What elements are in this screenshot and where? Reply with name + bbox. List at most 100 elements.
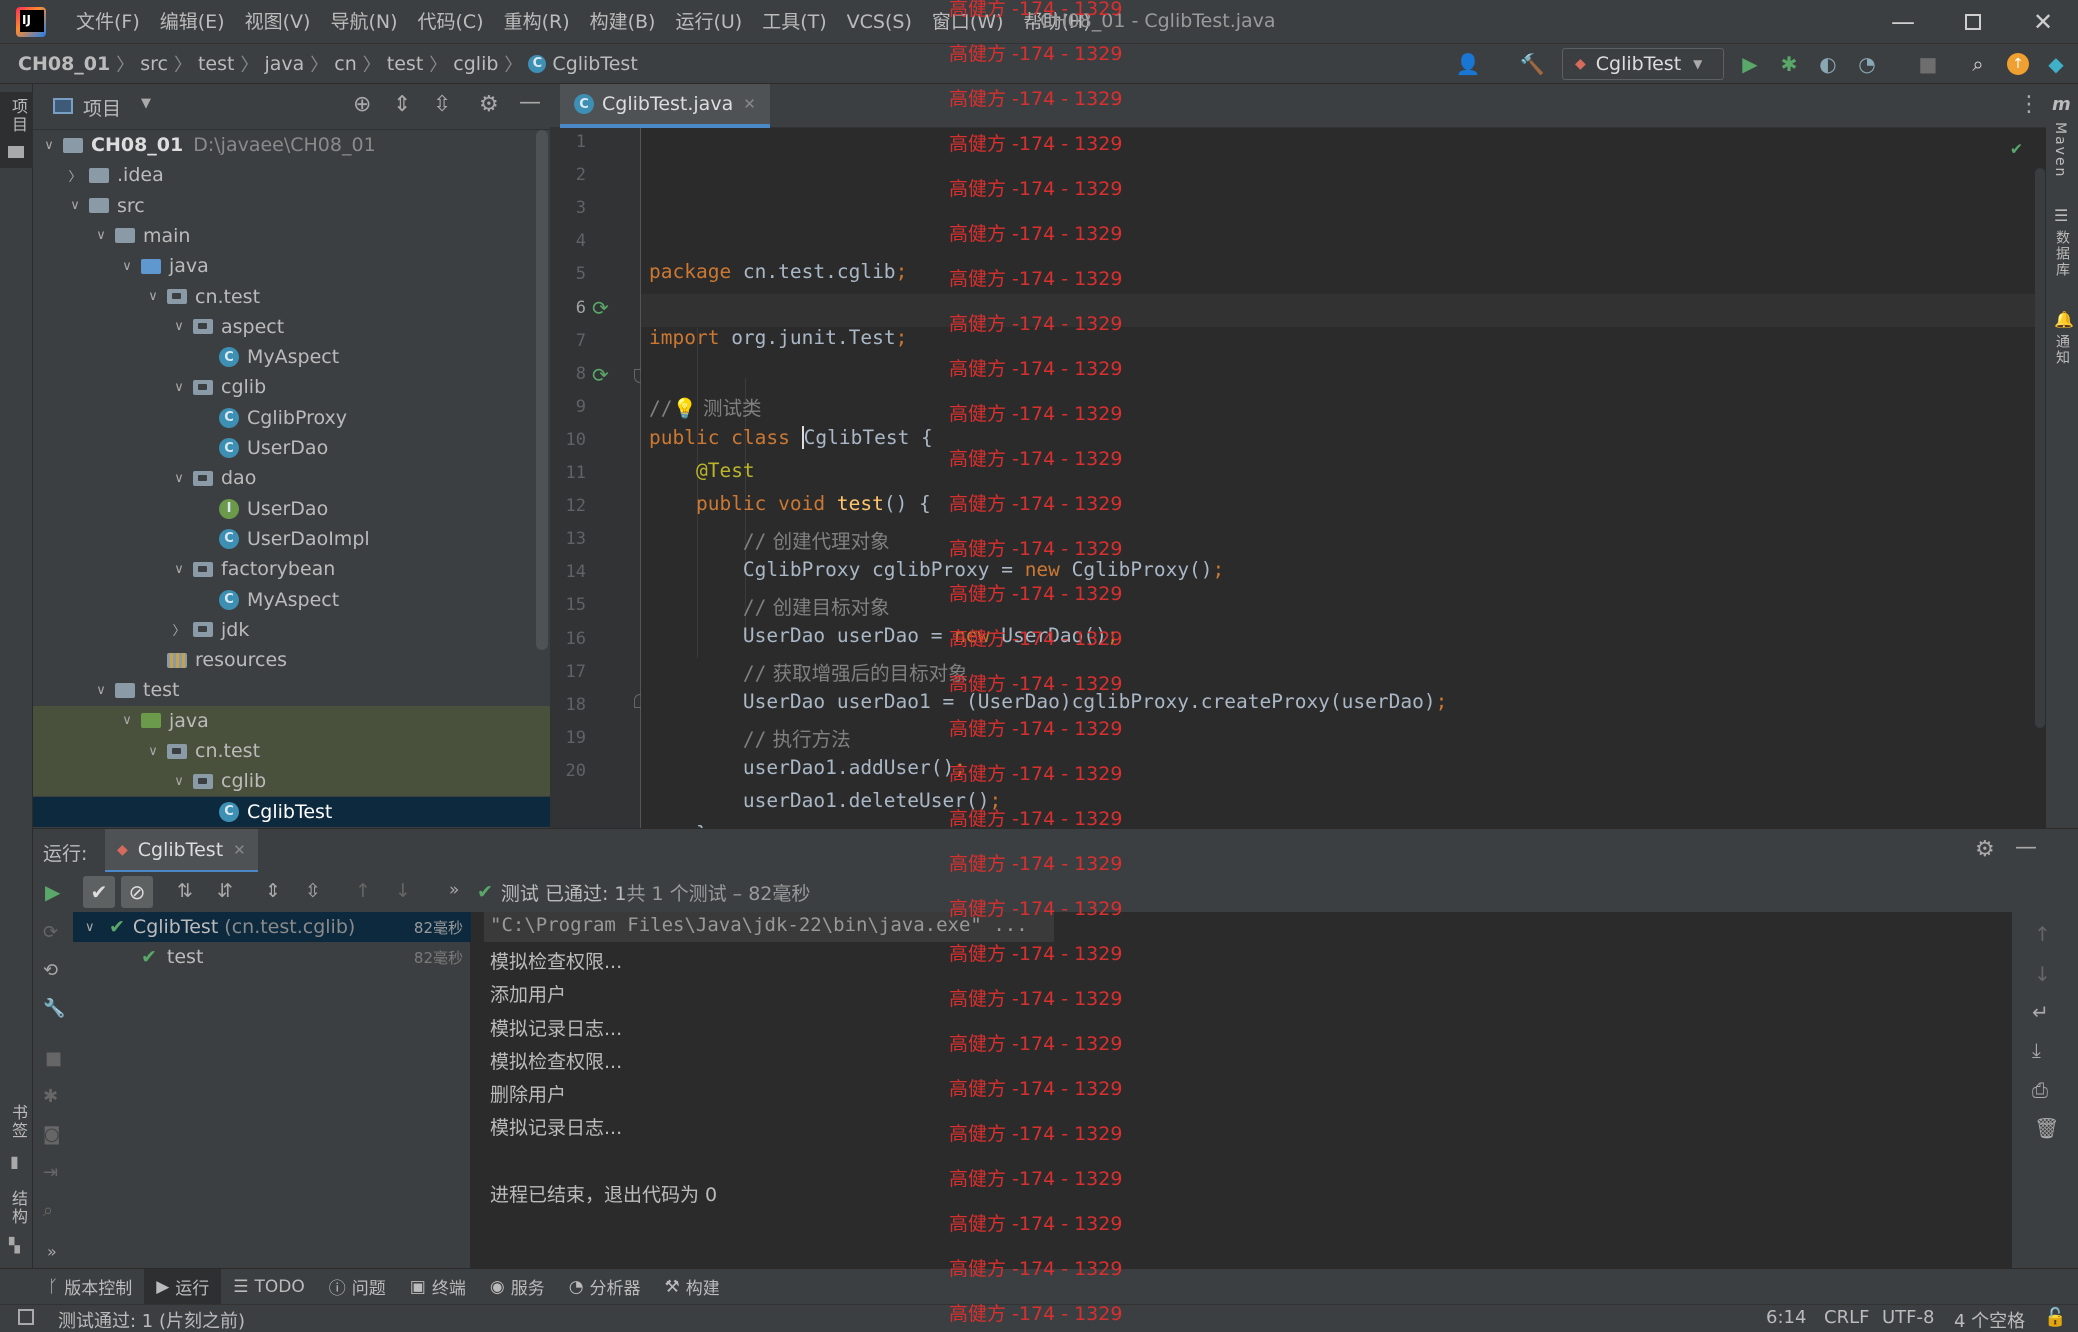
line-separator[interactable]: CRLF bbox=[1824, 1307, 1869, 1328]
breadcrumb-item[interactable]: src bbox=[140, 53, 168, 75]
test-row-class[interactable]: ∨ ✔ CglibTest (cn.test.cglib) 82毫秒 bbox=[85, 912, 469, 942]
notifications-tool-tab[interactable]: 通知 bbox=[2052, 334, 2072, 366]
soft-wrap-icon[interactable]: ↵ bbox=[2032, 1000, 2049, 1024]
dump-threads-icon[interactable]: ✱ bbox=[43, 1086, 58, 1107]
settings-gear-icon[interactable]: ⚙ bbox=[479, 92, 499, 117]
chevron-down-icon[interactable]: ∨ bbox=[145, 289, 161, 304]
scroll-down-icon[interactable]: ↓ bbox=[2034, 962, 2051, 986]
tree-item[interactable]: ∨ cn.test bbox=[33, 282, 550, 312]
login-icon[interactable]: ⇥ bbox=[43, 1162, 58, 1183]
search-icon[interactable]: ⌕ bbox=[1966, 52, 1990, 76]
caret-position[interactable]: 6:14 bbox=[1766, 1307, 1806, 1328]
tree-item[interactable]: C UserDaoImpl bbox=[33, 524, 550, 554]
chevron-down-icon[interactable]: ∨ bbox=[67, 198, 83, 213]
coverage-icon[interactable]: ◐ bbox=[1816, 52, 1840, 76]
tree-item[interactable]: C MyAspect bbox=[33, 585, 550, 615]
print-icon[interactable]: ⎙ bbox=[2032, 1078, 2048, 1102]
tool-tab-todo[interactable]: ☰ TODO bbox=[221, 1269, 317, 1305]
hide-panel-icon[interactable]: — bbox=[519, 90, 541, 115]
menu-item[interactable]: 代码(C) bbox=[407, 0, 493, 44]
breadcrumb-item[interactable]: C CglibTest bbox=[528, 53, 638, 75]
no-problems-check-icon[interactable]: ✔ bbox=[2011, 138, 2022, 159]
tree-item[interactable]: ∨ dao bbox=[33, 463, 550, 493]
menu-item[interactable]: 文件(F) bbox=[66, 0, 150, 44]
tree-item[interactable]: ∨ cglib bbox=[33, 766, 550, 797]
settings-gear-icon[interactable]: ⚙ bbox=[1975, 837, 1995, 862]
menu-item[interactable]: 重构(R) bbox=[494, 0, 580, 44]
chevron-down-icon[interactable]: ∨ bbox=[171, 471, 187, 486]
breadcrumb-item[interactable]: cn bbox=[334, 53, 357, 75]
bookmarks-tool-tab[interactable]: 书签 ▮ bbox=[0, 1104, 33, 1184]
profile-icon[interactable]: ◔ bbox=[1855, 52, 1879, 76]
structure-tool-tab[interactable]: 结构 ▚ bbox=[0, 1190, 33, 1270]
wrench-icon[interactable]: 🔧 bbox=[43, 998, 65, 1019]
show-ignored-toggle-icon[interactable]: ⊘ bbox=[121, 876, 153, 908]
chevron-down-icon[interactable]: ∨ bbox=[119, 713, 135, 728]
maven-tool-tab[interactable]: Maven bbox=[2052, 122, 2068, 178]
tool-tab-terminal[interactable]: ▣ 终端 bbox=[398, 1269, 478, 1305]
tree-item[interactable]: ∨ java bbox=[33, 251, 550, 281]
scroll-up-icon[interactable]: ↑ bbox=[2034, 922, 2051, 946]
menu-item[interactable]: 编辑(E) bbox=[150, 0, 235, 44]
expand-all-icon[interactable]: ⇕ bbox=[393, 92, 411, 117]
scroll-to-end-icon[interactable]: ⤓ bbox=[2032, 1038, 2041, 1062]
breadcrumb-item[interactable]: CH08_01 bbox=[18, 53, 110, 75]
show-passed-toggle-icon[interactable]: ✔ bbox=[83, 876, 115, 908]
editor-tab-cglibtest[interactable]: C CglibTest.java ✕ bbox=[560, 84, 770, 128]
maximize-button[interactable] bbox=[1938, 0, 2008, 44]
tree-item[interactable]: ∨ java bbox=[33, 705, 550, 736]
run-config-selector[interactable]: ◆ CglibTest ▼ bbox=[1562, 48, 1724, 80]
menu-item[interactable]: 视图(V) bbox=[235, 0, 321, 44]
indent-setting[interactable]: 4 个空格 bbox=[1954, 1307, 2025, 1332]
collapse-all-icon[interactable]: ⇳ bbox=[305, 880, 321, 902]
camera-icon[interactable]: ◙ bbox=[43, 1124, 60, 1145]
chevron-down-icon[interactable]: ∨ bbox=[119, 259, 135, 274]
build-hammer-icon[interactable]: 🔨 bbox=[1520, 52, 1545, 76]
tool-tab-services[interactable]: ◉ 服务 bbox=[478, 1269, 557, 1305]
tree-item[interactable]: ∨ CH08_01 D:\javaee\CH08_01 bbox=[33, 130, 550, 160]
tree-item[interactable]: 〉 jdk bbox=[33, 615, 550, 645]
breadcrumb-item[interactable]: cglib bbox=[453, 53, 498, 75]
plugin-icon[interactable]: ◆ bbox=[2044, 52, 2068, 76]
lock-icon[interactable]: 🔓 bbox=[2044, 1307, 2066, 1328]
more-options-icon[interactable]: ⋮ bbox=[2018, 92, 2040, 117]
sort-alpha-icon[interactable]: ⇅ bbox=[177, 880, 193, 902]
tree-item[interactable]: C UserDao bbox=[33, 433, 550, 463]
project-scrollbar[interactable] bbox=[536, 130, 548, 650]
run-class-gutter-icon[interactable]: ⟳ bbox=[592, 296, 609, 320]
toggle-auto-test-icon[interactable]: ⟲ bbox=[43, 960, 58, 981]
chevron-down-icon[interactable]: ∨ bbox=[41, 138, 57, 153]
locate-file-icon[interactable]: ⊕ bbox=[353, 92, 371, 117]
rerun-icon[interactable]: ▶ bbox=[45, 880, 60, 904]
trash-icon[interactable]: 🗑 bbox=[2034, 1116, 2059, 1140]
tool-tab-build[interactable]: ⚒ 构建 bbox=[653, 1269, 732, 1305]
status-message[interactable]: 测试通过: 1 (片刻之前) bbox=[58, 1307, 245, 1332]
view-dropdown-chevron-icon[interactable]: ▼ bbox=[141, 96, 151, 111]
menu-item[interactable]: VCS(S) bbox=[837, 0, 922, 44]
tree-item[interactable]: ∨ src bbox=[33, 191, 550, 221]
tree-item[interactable]: ∨ factorybean bbox=[33, 554, 550, 584]
tool-tab-run[interactable]: ▶ 运行 bbox=[144, 1268, 222, 1305]
file-encoding[interactable]: UTF-8 bbox=[1882, 1307, 1934, 1328]
breadcrumb-item[interactable]: test bbox=[387, 53, 424, 75]
collapse-all-icon[interactable]: ⇳ bbox=[433, 92, 451, 117]
editor-scrollbar[interactable] bbox=[2035, 168, 2045, 728]
tool-windows-icon[interactable] bbox=[18, 1309, 34, 1325]
console-output[interactable]: "C:\Program Files\Java\jdk-22\bin\java.e… bbox=[472, 912, 2012, 1268]
update-icon[interactable]: ↑ bbox=[2006, 52, 2030, 76]
expand-all-icon[interactable]: ⇕ bbox=[265, 880, 281, 902]
tree-item[interactable]: C CglibTest bbox=[33, 796, 550, 827]
search-icon[interactable]: ⌕ bbox=[43, 1200, 53, 1221]
hide-panel-icon[interactable]: — bbox=[2015, 835, 2037, 860]
tree-item[interactable]: C MyAspect bbox=[33, 342, 550, 372]
project-tool-tab[interactable]: 项目 bbox=[0, 92, 33, 168]
rerun-failed-icon[interactable]: ⟳ bbox=[43, 922, 58, 943]
close-window-button[interactable]: ✕ bbox=[2008, 0, 2078, 44]
tree-item[interactable]: ∨ test bbox=[33, 675, 550, 705]
chevron-right-icon[interactable]: 〉 bbox=[171, 620, 187, 639]
vcs-user-icon[interactable]: 👤 bbox=[1456, 52, 1481, 76]
more-actions-chevron-icon[interactable]: » bbox=[47, 1242, 57, 1261]
sort-duration-icon[interactable]: ⇵ bbox=[217, 880, 233, 902]
breadcrumb-item[interactable]: test bbox=[198, 53, 235, 75]
code-editor[interactable]: package cn.test.cglib; import org.junit.… bbox=[641, 128, 2045, 878]
